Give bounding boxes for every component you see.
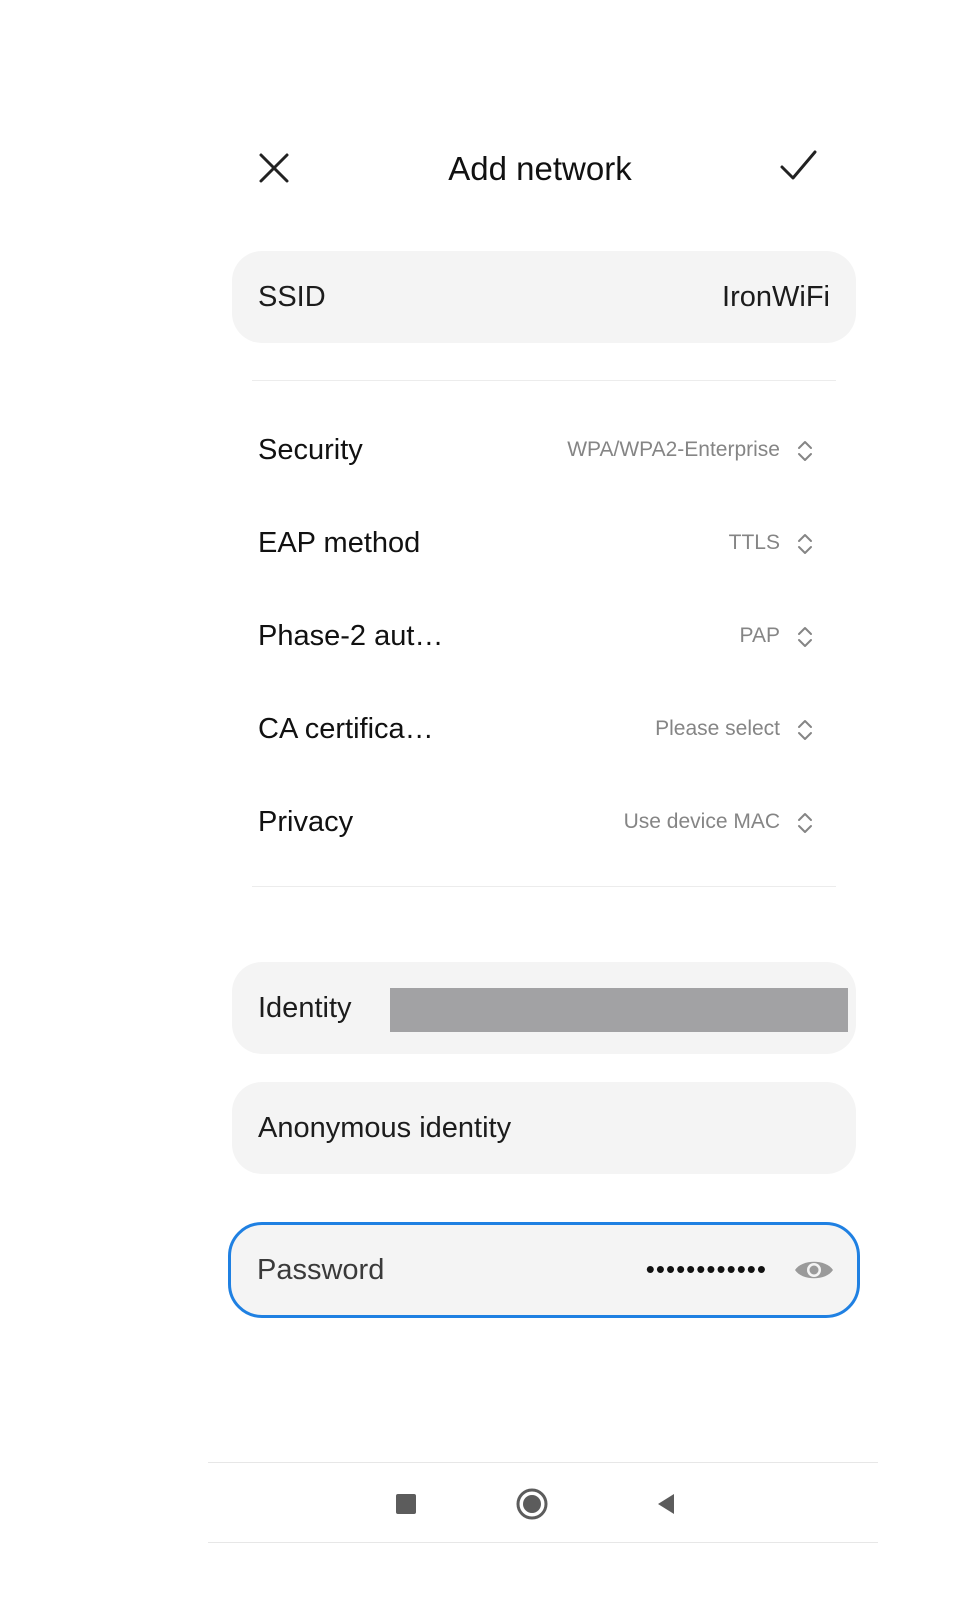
back-button[interactable] (646, 1484, 686, 1524)
ca-certificate-label: CA certifica… (258, 713, 434, 745)
anonymous-identity-field[interactable]: Anonymous identity (232, 1082, 856, 1174)
eap-method-value: TTLS (728, 531, 780, 554)
recents-button[interactable] (386, 1484, 426, 1524)
ssid-label: SSID (258, 281, 326, 313)
top-bar: Add network (230, 130, 850, 210)
password-masked-value: •••••••••••• (645, 1254, 767, 1284)
identity-value-redacted (390, 988, 848, 1032)
divider (252, 886, 836, 887)
password-field[interactable]: Password •••••••••••• (228, 1222, 860, 1318)
phase2-auth-row[interactable]: Phase-2 aut… PAP (232, 590, 856, 682)
password-label: Password (257, 1254, 385, 1286)
privacy-label: Privacy (258, 806, 354, 838)
save-button[interactable] (776, 144, 820, 188)
eap-method-row[interactable]: EAP method TTLS (232, 497, 856, 589)
phase2-auth-label: Phase-2 aut… (258, 620, 444, 652)
anonymous-identity-label: Anonymous identity (258, 1112, 512, 1144)
square-icon (396, 1494, 416, 1514)
security-value: WPA/WPA2-Enterprise (567, 438, 780, 461)
chevron-updown-icon (798, 627, 812, 647)
home-button[interactable] (512, 1484, 552, 1524)
security-label: Security (258, 434, 363, 466)
ca-certificate-value: Please select (655, 717, 780, 740)
page-title: Add network (448, 150, 632, 187)
chevron-updown-icon (798, 441, 812, 461)
chevron-updown-icon (798, 534, 812, 554)
identity-label: Identity (258, 992, 352, 1024)
divider (252, 380, 836, 381)
ca-certificate-row[interactable]: CA certifica… Please select (232, 683, 856, 775)
privacy-value: Use device MAC (623, 810, 780, 833)
check-icon (780, 150, 817, 180)
nav-bar-bottom-divider (208, 1542, 878, 1543)
eap-method-label: EAP method (258, 527, 421, 559)
nav-bar-divider (208, 1462, 878, 1463)
eye-icon[interactable] (793, 1256, 835, 1284)
chevron-updown-icon (798, 813, 812, 833)
privacy-row[interactable]: Privacy Use device MAC (232, 776, 856, 868)
ssid-field[interactable]: SSID IronWiFi (232, 251, 856, 343)
identity-field[interactable]: Identity (232, 962, 856, 1054)
circle-icon (516, 1488, 548, 1520)
ssid-value: IronWiFi (722, 281, 830, 313)
security-row[interactable]: Security WPA/WPA2-Enterprise (232, 404, 856, 496)
phase2-auth-value: PAP (739, 624, 780, 647)
chevron-updown-icon (798, 720, 812, 740)
triangle-back-icon (658, 1494, 674, 1514)
